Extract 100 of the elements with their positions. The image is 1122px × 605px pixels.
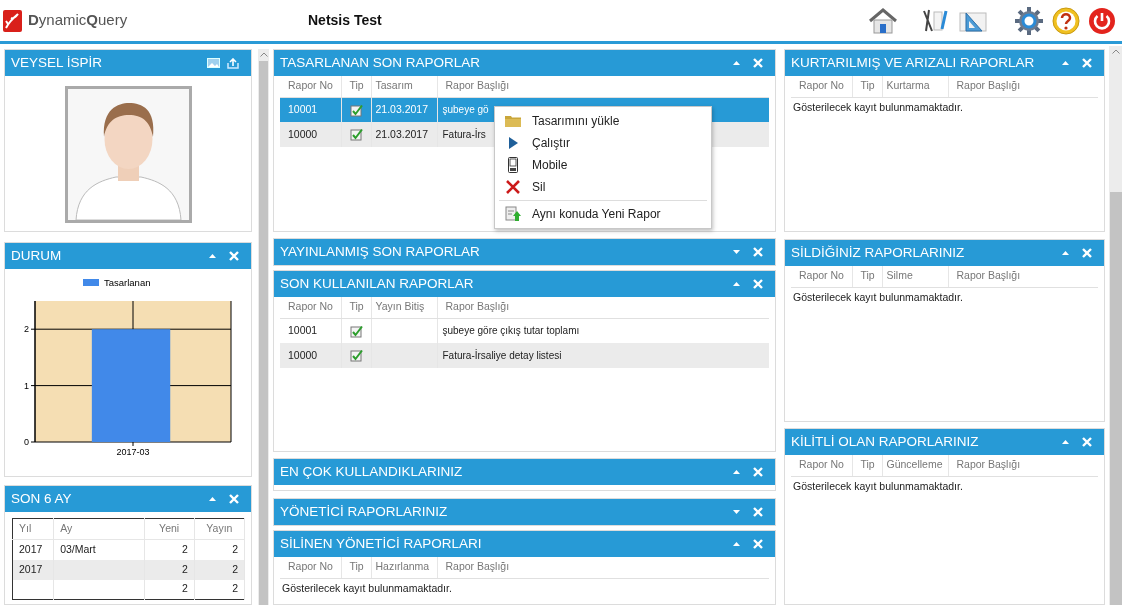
column-header[interactable]: Rapor No [280,557,341,578]
close-icon[interactable] [753,507,763,517]
play-icon [508,137,518,149]
expand-icon[interactable] [732,510,740,514]
close-icon[interactable] [753,467,763,477]
folder-icon [505,115,521,127]
table-cell: Fatura-İrsaliye detay listesi [437,343,769,368]
collapse-icon[interactable] [732,282,740,286]
column-header[interactable]: Rapor No [791,455,852,476]
column-header[interactable]: Ay [53,518,145,540]
mobile-phone-icon [508,157,518,173]
close-icon[interactable] [753,279,763,289]
collapse-icon[interactable] [1061,251,1069,255]
column-header[interactable]: Hazırlanma [371,557,437,578]
legend-label: Tasarlanan [104,277,151,288]
scrollbar[interactable] [1109,46,1122,605]
column-header[interactable]: Rapor Başlığı [437,76,769,97]
panel-title: YAYINLANMIŞ SON RAPORLAR [280,242,481,261]
column-header[interactable]: Rapor Başlığı [437,557,769,578]
column-header[interactable]: Rapor No [791,76,852,97]
scrollbar-thumb[interactable] [1110,192,1122,605]
panel-title: KİLİTLİ OLAN RAPORLARINIZ [791,432,980,451]
logo-text: DynamicQuery [28,10,129,31]
scroll-up-icon[interactable] [1112,49,1120,54]
panel-title: SİLDİĞİNİZ RAPORLARINIZ [791,243,966,262]
panel-title: KURTARILMIŞ VE ARIZALI RAPORLAR [791,53,1036,72]
scrollbar[interactable] [258,49,269,605]
column-header[interactable]: Yeni [144,518,195,540]
column-header[interactable]: Yıl [12,518,54,540]
column-header[interactable]: Rapor No [280,297,341,318]
legend-swatch [83,279,99,286]
column-header[interactable]: Rapor Başlığı [948,266,1098,287]
collapse-icon[interactable] [1061,61,1069,65]
table-cell: 2 [194,579,245,600]
axis-label: 2017-03 [116,447,150,457]
help-icon[interactable] [1052,6,1080,35]
close-icon[interactable] [1082,58,1092,68]
column-header[interactable]: Yayın [194,518,245,540]
close-icon[interactable] [1082,248,1092,258]
axis-label: 1 [24,380,29,391]
menu-item[interactable]: Aynı konuda Yeni Rapor [499,203,707,225]
close-icon[interactable] [229,251,239,261]
avatar-icon [64,86,192,223]
logo-icon [3,10,22,33]
panel-title: SİLİNEN YÖNETİCİ RAPORLARI [280,534,483,553]
collapse-icon[interactable] [208,254,216,258]
empty-message: Gösterilecek kayıt bulunmamaktadır. [281,580,453,596]
column-header[interactable]: Tip [341,297,371,318]
column-header[interactable]: Tip [341,557,371,578]
close-icon[interactable] [753,58,763,68]
panel-title: SON 6 AY [11,489,73,508]
menu-item[interactable]: Sil [499,176,707,198]
column-header[interactable]: Rapor Başlığı [437,297,769,318]
column-header[interactable]: Tip [341,76,371,97]
table-cell: 2 [144,539,195,560]
empty-message: Gösterilecek kayıt bulunmamaktadır. [792,478,964,494]
table-cell: 2017 [12,539,54,560]
close-icon[interactable] [753,539,763,549]
collapse-icon[interactable] [732,61,740,65]
table-cell: 03/Mart [53,539,145,560]
scrollbar-thumb[interactable] [259,61,268,605]
empty-message: Gösterilecek kayıt bulunmamaktadır. [792,99,964,115]
panel-title: TASARLANAN SON RAPORLAR [280,53,482,72]
column-header[interactable]: Rapor Başlığı [948,455,1098,476]
upload-icon[interactable] [227,57,239,69]
app-title: Netsis Test [308,11,383,30]
table-cell: 10001 [280,97,341,122]
settings-icon[interactable] [1014,5,1044,36]
close-icon[interactable] [1082,437,1092,447]
column-header[interactable]: Tip [852,266,882,287]
collapse-icon[interactable] [732,470,740,474]
column-header[interactable]: Tip [852,455,882,476]
scroll-up-icon[interactable] [259,52,268,57]
collapse-icon[interactable] [1061,440,1069,444]
column-header[interactable]: Tip [852,76,882,97]
collapse-icon[interactable] [732,542,740,546]
new-report-icon [505,206,521,222]
menu-item[interactable]: Mobile [499,154,707,176]
table-cell: 2 [144,579,195,600]
expand-icon[interactable] [732,250,740,254]
table-cell: 2 [144,559,195,580]
column-header[interactable]: Silme [882,266,948,287]
table-cell: 21.03.2017 [371,122,437,147]
column-header[interactable]: Güncelleme [882,455,948,476]
column-header[interactable]: Rapor Başlığı [948,76,1098,97]
column-header[interactable]: Rapor No [791,266,852,287]
panel-title: DURUM [11,246,63,265]
axis-label: 2 [24,324,29,335]
power-icon[interactable] [1088,6,1116,35]
table-cell: 10000 [280,343,341,368]
column-header[interactable]: Yayın Bitiş [371,297,437,318]
image-icon[interactable] [207,58,220,68]
column-header[interactable]: Kurtarma [882,76,948,97]
column-header[interactable]: Rapor No [280,76,341,97]
collapse-icon[interactable] [208,497,216,501]
home-icon[interactable] [868,6,898,35]
column-header[interactable]: Tasarım [371,76,437,97]
close-icon[interactable] [229,494,239,504]
close-icon[interactable] [753,247,763,257]
axis-label: 0 [24,437,29,447]
